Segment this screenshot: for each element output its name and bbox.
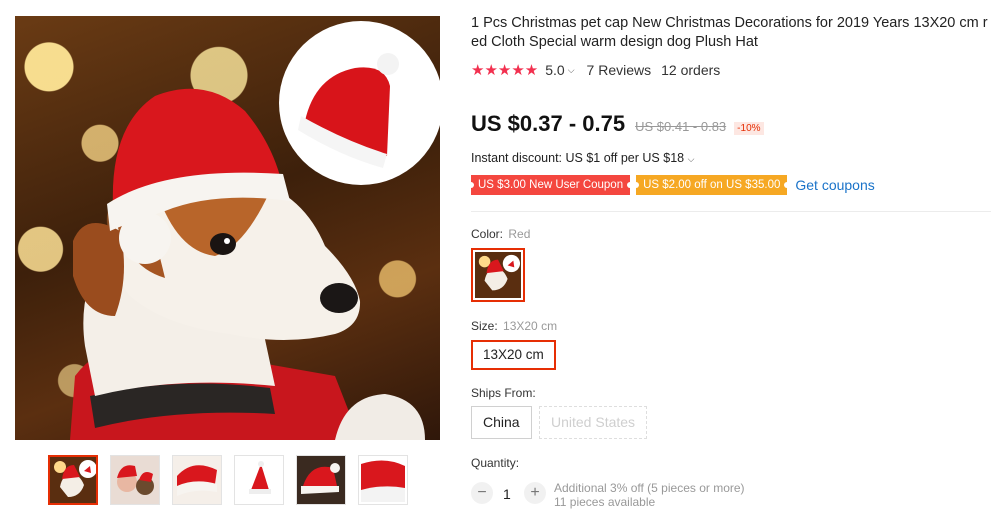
chevron-down-icon: ⌵ xyxy=(687,154,695,164)
product-title: 1 Pcs Christmas pet cap New Christmas De… xyxy=(471,15,988,50)
thumb-hat-closeup[interactable] xyxy=(172,455,222,505)
quantity-decrease-button[interactable]: − xyxy=(471,482,493,504)
original-price: US $0.41 - 0.83 xyxy=(635,119,727,134)
quantity-note: Additional 3% off (5 pieces or more) 11 … xyxy=(554,481,745,509)
rating-row: ★★★★★ 5.0 ⌵ 7 Reviews 12 orders xyxy=(471,61,720,79)
stock-available-note: 11 pieces available xyxy=(554,495,656,509)
size-selected: 13X20 cm xyxy=(503,319,558,333)
instant-discount[interactable]: Instant discount: US $1 off per US $18 ⌵ xyxy=(471,151,694,165)
main-product-image[interactable] xyxy=(15,16,440,440)
color-swatch-red[interactable] xyxy=(471,248,525,302)
new-user-coupon[interactable]: US $3.00 New User Coupon xyxy=(467,175,634,195)
ships-from-label: Ships From: xyxy=(471,386,536,400)
divider xyxy=(471,211,991,212)
thumb-hat-large[interactable] xyxy=(358,455,408,505)
thumb-hat-white-bg[interactable] xyxy=(234,455,284,505)
quantity-increase-button[interactable]: + xyxy=(524,482,546,504)
color-label: Color: Red xyxy=(471,227,530,241)
bulk-discount-note: Additional 3% off (5 pieces or more) xyxy=(554,481,745,495)
coupon-row: US $3.00 New User Coupon US $2.00 off on… xyxy=(467,175,875,195)
chevron-down-icon[interactable]: ⌵ xyxy=(568,65,575,76)
quantity-label: Quantity: xyxy=(471,456,520,470)
instant-discount-text: Instant discount: US $1 off per US $18 xyxy=(471,151,685,165)
size-label-text: Size: xyxy=(471,319,498,333)
rating-stars-icon: ★★★★★ xyxy=(471,62,539,79)
ship-option-united-states: United States xyxy=(539,406,648,439)
price-row: US $0.37 - 0.75 US $0.41 - 0.83 -10% xyxy=(471,111,764,137)
color-label-text: Color: xyxy=(471,227,504,241)
swatch-dog-image xyxy=(475,252,521,298)
quantity-value[interactable]: 1 xyxy=(503,486,511,502)
ship-option-china[interactable]: China xyxy=(471,406,532,439)
current-price: US $0.37 - 0.75 xyxy=(471,111,626,136)
reviews-link[interactable]: 7 Reviews xyxy=(587,62,652,78)
store-coupon[interactable]: US $2.00 off on US $35.00 xyxy=(633,175,791,195)
size-option-13x20[interactable]: 13X20 cm xyxy=(471,340,556,370)
thumb-girl-and-dog[interactable] xyxy=(110,455,160,505)
size-label: Size: 13X20 cm xyxy=(471,319,557,333)
thumb-dog-santa-hat[interactable] xyxy=(48,455,98,505)
discount-badge: -10% xyxy=(734,122,764,135)
orders-count: 12 orders xyxy=(661,62,721,78)
color-selected: Red xyxy=(508,227,531,241)
rating-value[interactable]: 5.0 xyxy=(545,62,564,78)
thumb-hat-angle[interactable] xyxy=(296,455,346,505)
get-coupons-link[interactable]: Get coupons xyxy=(795,177,874,193)
dog-santa-hat-illustration xyxy=(70,21,440,440)
